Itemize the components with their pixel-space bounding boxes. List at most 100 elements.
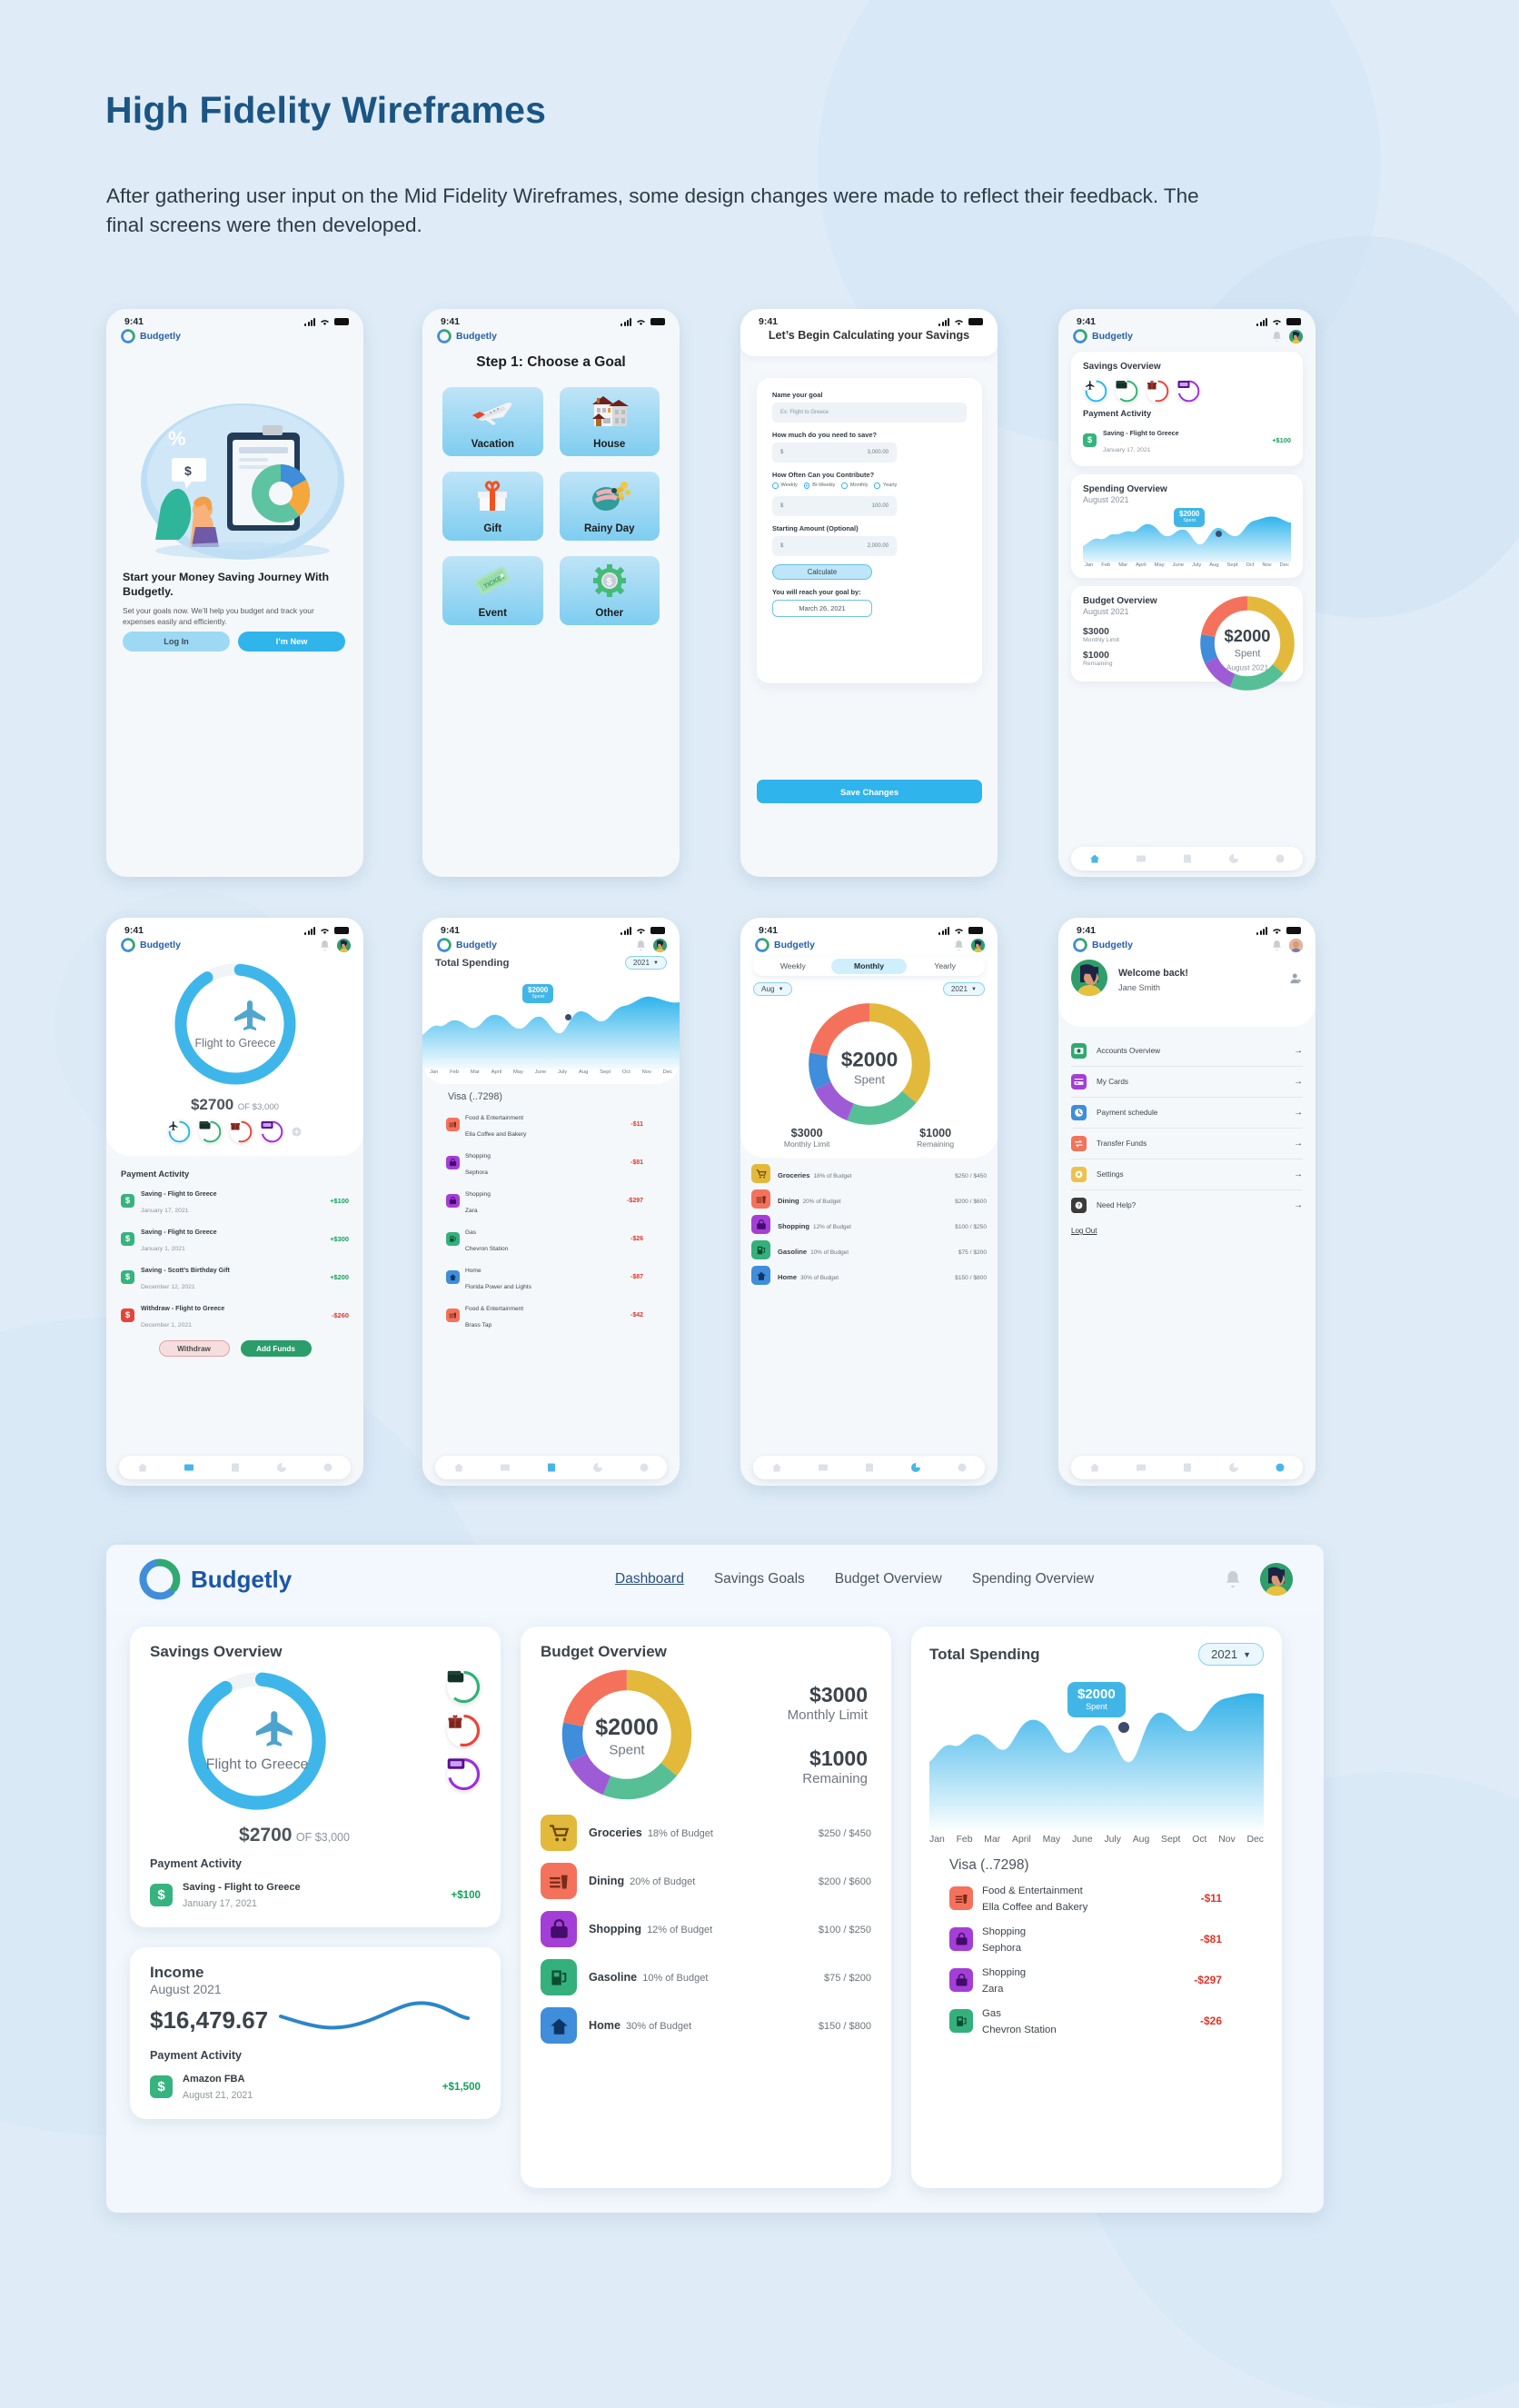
bell-icon[interactable]	[1272, 331, 1282, 343]
chart-nav-icon[interactable]	[1228, 1462, 1239, 1473]
goal-card-event[interactable]: TICKET Event	[442, 556, 543, 625]
avatar[interactable]	[971, 938, 985, 952]
tab-weekly[interactable]: Weekly	[755, 959, 831, 974]
save-changes-button[interactable]: Save Changes	[757, 780, 982, 803]
home-nav-icon[interactable]	[771, 1462, 782, 1473]
nav-savings-goals[interactable]: Savings Goals	[714, 1571, 805, 1587]
bell-icon[interactable]	[1272, 940, 1282, 951]
airplane-goal-icon[interactable]	[168, 1120, 191, 1143]
monthly-limit-label: Monthly Limit	[783, 1139, 830, 1149]
gift-goal-icon[interactable]	[1147, 380, 1169, 403]
login-button[interactable]: Log In	[123, 632, 230, 652]
chart-nav-icon[interactable]	[910, 1462, 921, 1473]
avatar[interactable]	[337, 938, 351, 952]
home-nav-icon[interactable]	[1089, 1462, 1100, 1473]
gear-nav-icon[interactable]	[1275, 1462, 1286, 1473]
menu-item-need-help[interactable]: ? Need Help? →	[1071, 1190, 1303, 1220]
tab-yearly[interactable]: Yearly	[907, 959, 983, 974]
list-nav-icon[interactable]	[1182, 853, 1193, 864]
goal-card-other[interactable]: $ Other	[559, 556, 660, 625]
remaining-label: Remaining	[917, 1139, 955, 1149]
goal-card-rainy-day[interactable]: Rainy Day	[559, 472, 660, 541]
payment-name: Saving - Flight to Greece	[1103, 430, 1179, 437]
logout-link[interactable]: Log Out	[1071, 1227, 1303, 1235]
nav-spending-overview[interactable]: Spending Overview	[972, 1571, 1094, 1587]
withdraw-button[interactable]: Withdraw	[158, 1340, 230, 1357]
menu-item-payment-schedule[interactable]: Payment schedule →	[1071, 1098, 1303, 1129]
cards-nav-icon[interactable]	[818, 1462, 829, 1473]
user-avatar[interactable]	[1071, 960, 1107, 996]
radio-button[interactable]	[772, 483, 779, 489]
tab-monthly[interactable]: Monthly	[830, 959, 908, 974]
wallet-goal-icon[interactable]	[199, 1120, 222, 1143]
bell-icon[interactable]	[1225, 1569, 1241, 1589]
year-select[interactable]: 2021 ▼	[1198, 1643, 1264, 1666]
cards-nav-icon[interactable]	[184, 1462, 194, 1473]
home-nav-icon[interactable]	[453, 1462, 464, 1473]
chart-nav-icon[interactable]	[276, 1462, 287, 1473]
contribution-amount-input[interactable]: $ 100.00	[772, 495, 897, 516]
goal-name-input[interactable]: Ex: Flight to Greece	[772, 403, 967, 423]
calculate-button[interactable]: Calculate	[772, 563, 872, 580]
radio-button[interactable]	[841, 483, 848, 489]
wallet-goal-icon[interactable]	[447, 1670, 481, 1704]
wifi-icon	[637, 928, 645, 934]
chart-nav-icon[interactable]	[1228, 853, 1239, 864]
menu-item-my-cards[interactable]: My Cards →	[1071, 1067, 1303, 1098]
nav-dashboard[interactable]: Dashboard	[615, 1571, 684, 1587]
goal-card-vacation[interactable]: Vacation	[442, 387, 543, 456]
year-select[interactable]: 2021 ▼	[942, 982, 985, 996]
target-amount-input[interactable]: $ 3,000.00	[772, 443, 897, 463]
add-funds-button[interactable]: Add Funds	[240, 1340, 312, 1357]
gear-nav-icon[interactable]	[639, 1462, 650, 1473]
chevron-down-icon: ▼	[653, 960, 659, 966]
add-goal-icon[interactable]	[292, 1127, 302, 1137]
list-nav-icon[interactable]	[1182, 1462, 1193, 1473]
avatar[interactable]	[1289, 938, 1303, 952]
ticket-goal-icon[interactable]	[1177, 380, 1200, 403]
year-select[interactable]: 2021 ▼	[624, 956, 667, 970]
cards-nav-icon[interactable]	[1136, 853, 1147, 864]
avatar[interactable]	[1289, 329, 1303, 343]
frequency-option-yearly[interactable]: Yearly	[874, 483, 897, 489]
gear-nav-icon[interactable]	[323, 1462, 333, 1473]
frequency-option-monthly[interactable]: Monthly	[841, 483, 868, 489]
menu-item-accounts-overview[interactable]: Accounts Overview →	[1071, 1036, 1303, 1067]
card-label: Visa (..7298)	[949, 1857, 1029, 1873]
radio-button[interactable]	[874, 483, 880, 489]
airplane-goal-icon[interactable]	[1085, 380, 1107, 403]
home-nav-icon[interactable]	[1089, 853, 1100, 864]
ticket-goal-icon[interactable]	[447, 1757, 481, 1791]
cards-nav-icon[interactable]	[1136, 1462, 1147, 1473]
goal-card-house[interactable]: House	[559, 387, 660, 456]
gift-goal-icon[interactable]	[447, 1714, 481, 1747]
nav-budget-overview[interactable]: Budget Overview	[835, 1571, 942, 1587]
frequency-option-weekly[interactable]: Weekly	[772, 483, 798, 489]
gift-goal-icon[interactable]	[230, 1120, 253, 1143]
menu-item-transfer-funds[interactable]: Transfer Funds →	[1071, 1129, 1303, 1159]
currency-symbol: $	[780, 502, 784, 509]
list-nav-icon[interactable]	[546, 1462, 557, 1473]
home-nav-icon[interactable]	[137, 1462, 148, 1473]
goal-card-gift[interactable]: Gift	[442, 472, 543, 541]
bell-icon[interactable]	[320, 940, 330, 951]
chart-nav-icon[interactable]	[592, 1462, 603, 1473]
frequency-option-biweekly[interactable]: Bi-Weekly	[803, 483, 835, 489]
starting-amount-input[interactable]: $ 2,000.00	[772, 535, 897, 556]
bell-icon[interactable]	[636, 940, 646, 951]
gear-nav-icon[interactable]	[1275, 853, 1286, 864]
menu-item-settings[interactable]: Settings →	[1071, 1159, 1303, 1190]
bell-icon[interactable]	[954, 940, 964, 951]
wallet-goal-icon[interactable]	[1116, 380, 1138, 403]
list-nav-icon[interactable]	[864, 1462, 875, 1473]
radio-button-selected[interactable]	[803, 483, 810, 489]
ticket-goal-icon[interactable]	[261, 1120, 283, 1143]
cards-nav-icon[interactable]	[500, 1462, 511, 1473]
month-select[interactable]: Aug ▼	[753, 982, 792, 996]
avatar[interactable]	[1260, 1563, 1293, 1596]
edit-profile-icon[interactable]	[1289, 971, 1303, 985]
im-new-button[interactable]: I’m New	[238, 632, 345, 652]
list-nav-icon[interactable]	[230, 1462, 241, 1473]
avatar[interactable]	[653, 938, 667, 952]
gear-nav-icon[interactable]	[957, 1462, 968, 1473]
